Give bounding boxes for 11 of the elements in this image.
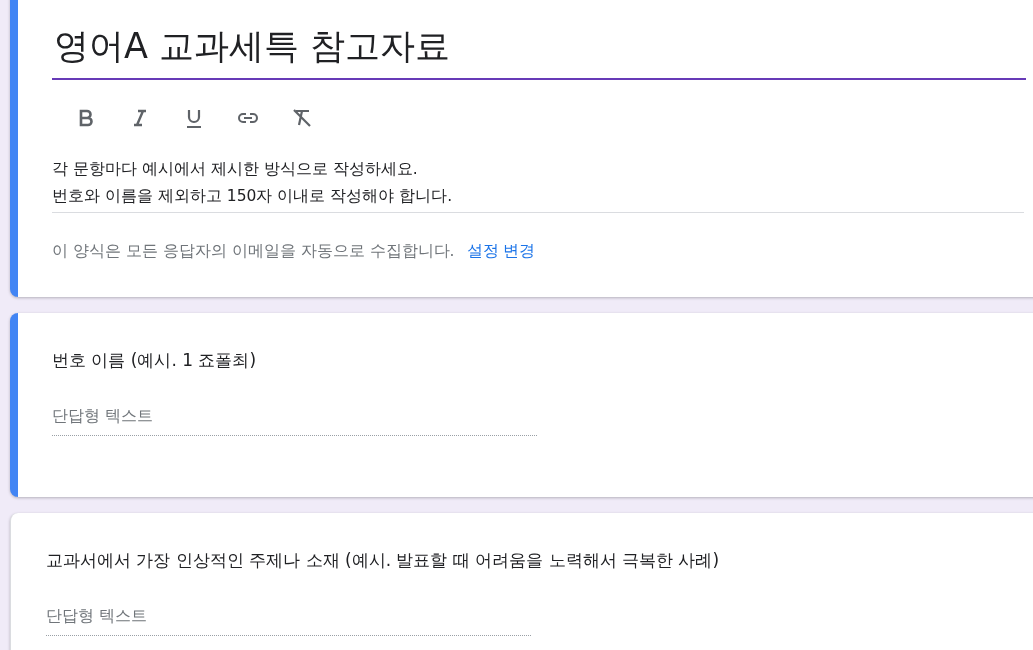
question-title: 교과서에서 가장 인상적인 주제나 소재 (예시. 발표할 때 어려움을 노력해서 극복한 사례) <box>46 549 721 572</box>
description-line: 번호와 이름을 제외하고 150자 이내로 작성해야 합니다. <box>52 186 454 207</box>
question-title: 번호 이름 (예시. 1 죠폴최) <box>52 349 258 372</box>
short-answer-field[interactable]: 단답형 텍스트 <box>46 606 531 636</box>
description-line: 각 문항마다 예시에서 제시한 방식으로 작성하세요. <box>52 159 419 180</box>
question-card[interactable]: 교과서에서 가장 인상적인 주제나 소재 (예시. 발표할 때 어려움을 노력해서 극복한 사례) 단답형 텍스트 <box>10 513 1033 650</box>
form-title-field[interactable]: 영어A 교과세특 참고자료 <box>52 14 1026 80</box>
email-collection-note: 이 양식은 모든 응답자의 이메일을 자동으로 수집합니다. <box>52 241 455 262</box>
question-card[interactable]: 번호 이름 (예시. 1 죠폴최) 단답형 텍스트 <box>10 313 1033 497</box>
settings-link[interactable]: 설정 변경 <box>466 241 536 262</box>
short-answer-field[interactable]: 단답형 텍스트 <box>52 406 537 436</box>
